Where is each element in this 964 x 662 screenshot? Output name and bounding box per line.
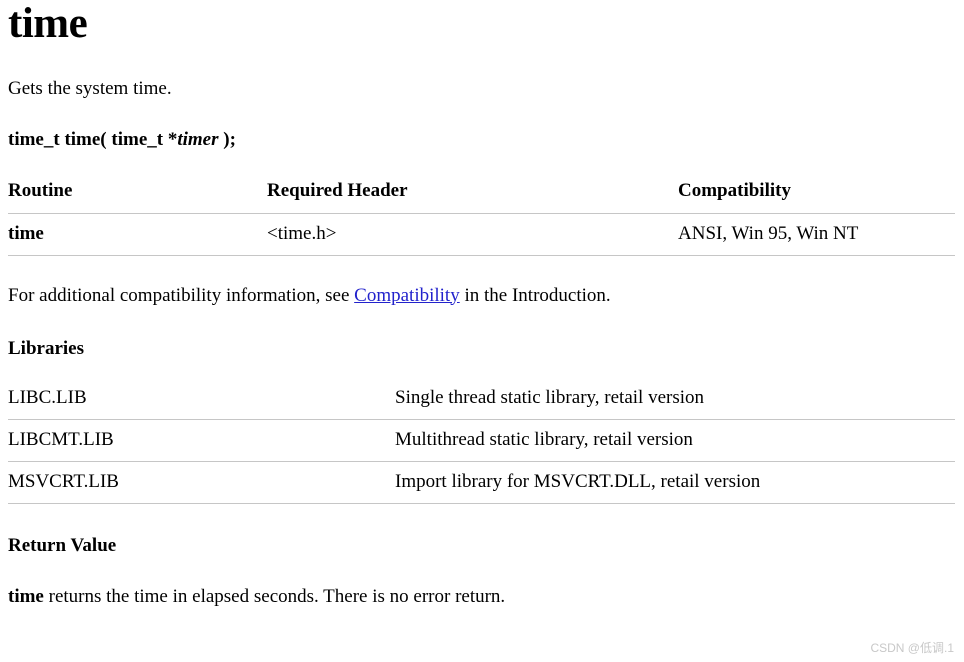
compatibility-note-before: For additional compatibility information…	[8, 284, 355, 306]
column-header-required-header: Required Header	[267, 179, 408, 201]
cell-library-name: LIBCMT.LIB	[8, 429, 114, 450]
cell-library-name: LIBC.LIB	[8, 387, 87, 408]
return-value-emphasis: time	[8, 585, 44, 607]
table-row: LIBC.LIB Single thread static library, r…	[8, 378, 955, 420]
libraries-heading: Libraries	[8, 338, 84, 360]
cell-library-description: Single thread static library, retail ver…	[395, 387, 705, 408]
cell-library-description: Multithread static library, retail versi…	[395, 429, 693, 450]
cell-routine-name: time	[8, 222, 44, 244]
return-value-text: returns the time in elapsed seconds. The…	[43, 585, 506, 607]
signature-prefix: time_t time( time_t *	[8, 128, 178, 150]
routine-table: Routine Required Header Compatibility ti…	[8, 180, 955, 256]
return-value-paragraph: time returns the time in elapsed seconds…	[8, 558, 956, 609]
signature-suffix: );	[218, 128, 236, 150]
csdn-watermark: CSDN @低调.1	[870, 641, 954, 655]
column-header-routine: Routine	[8, 179, 73, 201]
table-row: MSVCRT.LIB Import library for MSVCRT.DLL…	[8, 462, 955, 504]
table-header-row: Routine Required Header Compatibility	[8, 179, 955, 213]
description-paragraph: Gets the system time.	[8, 78, 172, 99]
cell-compatibility: ANSI, Win 95, Win NT	[678, 222, 859, 244]
page-title: time	[8, 0, 88, 47]
compatibility-note: For additional compatibility information…	[8, 256, 956, 308]
libraries-table: LIBC.LIB Single thread static library, r…	[8, 378, 955, 504]
return-value-heading: Return Value	[8, 535, 117, 556]
cell-required-header: <time.h>	[267, 222, 337, 244]
signature-parameter: timer	[177, 128, 219, 150]
compatibility-link[interactable]: Compatibility	[354, 285, 460, 306]
table-row: LIBCMT.LIB Multithread static library, r…	[8, 420, 955, 462]
cell-library-name: MSVCRT.LIB	[8, 471, 119, 492]
column-header-compatibility: Compatibility	[678, 179, 791, 201]
function-signature: time_t time( time_t *timer );	[8, 101, 956, 152]
compatibility-note-after: in the Introduction.	[459, 284, 611, 306]
cell-library-description: Import library for MSVCRT.DLL, retail ve…	[395, 471, 761, 492]
documentation-page: time Gets the system time. time_t time( …	[0, 0, 964, 662]
table-row: time <time.h> ANSI, Win 95, Win NT	[8, 213, 955, 255]
